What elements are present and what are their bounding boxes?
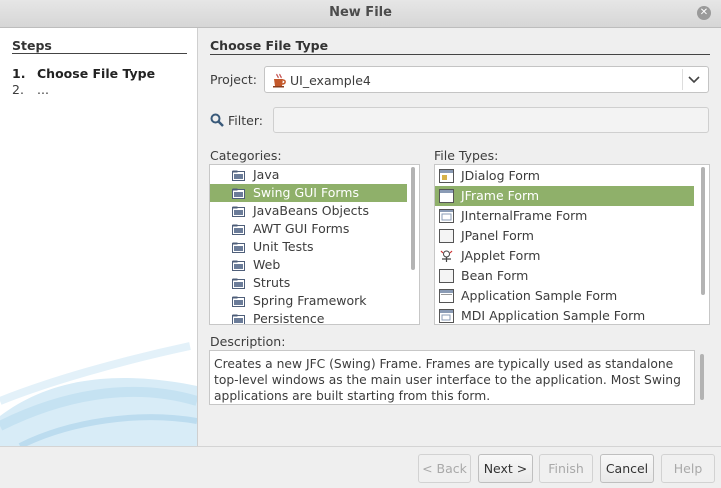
- category-item[interactable]: Persistence: [210, 310, 419, 325]
- file-types-list[interactable]: JDialog Form JFrame Form JInternalFrame …: [434, 164, 710, 325]
- folder-icon: [232, 260, 245, 271]
- description-scrollbar-thumb[interactable]: [700, 354, 704, 400]
- category-item[interactable]: JavaBeans Objects: [210, 202, 419, 220]
- file-type-item[interactable]: JApplet Form: [435, 246, 694, 266]
- file-type-label: JApplet Form: [461, 248, 541, 263]
- file-type-label: MDI Application Sample Form: [461, 308, 646, 323]
- description-label: Description:: [210, 334, 286, 349]
- category-item[interactable]: AWT GUI Forms: [210, 220, 419, 238]
- category-item-selected[interactable]: Swing GUI Forms: [210, 184, 409, 202]
- step-number: 2.: [12, 82, 24, 97]
- close-icon[interactable]: ✕: [697, 6, 711, 20]
- folder-icon: [232, 314, 245, 324]
- step-label: Choose File Type: [37, 66, 156, 81]
- category-item[interactable]: Web: [210, 256, 419, 274]
- file-type-label: Application Sample Form: [461, 288, 618, 303]
- filter-label: Filter:: [228, 113, 263, 128]
- applet-form-icon: [440, 250, 453, 262]
- file-type-item[interactable]: JPanel Form: [435, 226, 694, 246]
- title-divider: [210, 54, 710, 55]
- folder-icon: [232, 242, 245, 253]
- category-label: Swing GUI Forms: [253, 185, 359, 200]
- cancel-button[interactable]: Cancel: [600, 454, 654, 483]
- file-type-item-selected[interactable]: JFrame Form: [435, 186, 694, 206]
- step-1: 1. Choose File Type: [12, 66, 155, 81]
- step-label: ...: [37, 82, 49, 97]
- dropdown-button[interactable]: [682, 69, 705, 90]
- file-type-item[interactable]: MDI Application Sample Form: [435, 306, 694, 324]
- categories-scrollbar[interactable]: [407, 165, 419, 324]
- internal-frame-form-icon: [439, 209, 454, 223]
- page-title: Choose File Type: [210, 38, 329, 53]
- file-type-item[interactable]: Bean Form: [435, 266, 694, 286]
- categories-list[interactable]: Java Swing GUI Forms JavaBeans Objects A…: [209, 164, 420, 325]
- footer-divider: [0, 446, 721, 447]
- filter-input[interactable]: [273, 107, 709, 133]
- categories-label: Categories:: [210, 148, 282, 163]
- description-text: Creates a new JFC (Swing) Frame. Frames …: [209, 350, 695, 405]
- project-select[interactable]: UI_example4: [264, 66, 709, 93]
- folder-icon: [232, 224, 245, 235]
- help-button[interactable]: Help: [661, 454, 715, 483]
- file-type-item[interactable]: JInternalFrame Form: [435, 206, 694, 226]
- dialog-form-icon: [439, 169, 454, 183]
- file-type-item[interactable]: JDialog Form: [435, 166, 694, 186]
- file-type-label: JFrame Form: [461, 188, 540, 203]
- folder-icon: [232, 206, 245, 217]
- file-type-item[interactable]: Application Sample Form: [435, 286, 694, 306]
- application-form-icon: [439, 289, 454, 303]
- category-item[interactable]: Java: [210, 166, 419, 184]
- window-title: New File: [329, 5, 392, 20]
- category-label: Web: [253, 257, 281, 272]
- folder-icon: [232, 278, 245, 289]
- category-label: Spring Framework: [253, 293, 367, 308]
- category-label: Unit Tests: [253, 239, 314, 254]
- scrollbar-thumb[interactable]: [411, 167, 415, 270]
- file-type-label: Bean Form: [461, 268, 529, 283]
- category-item[interactable]: Unit Tests: [210, 238, 419, 256]
- title-bar: New File ✕: [0, 0, 721, 28]
- java-project-icon: [273, 73, 286, 88]
- frame-form-icon: [439, 189, 454, 203]
- file-types-label: File Types:: [434, 148, 499, 163]
- steps-panel: Steps 1. Choose File Type 2....: [0, 28, 198, 446]
- step-number: 1.: [12, 66, 26, 81]
- file-type-label: JInternalFrame Form: [461, 208, 588, 223]
- category-label: Struts: [253, 275, 291, 290]
- decorative-swoosh: [0, 342, 197, 446]
- category-label: Java: [253, 167, 280, 182]
- category-item[interactable]: Spring Framework: [210, 292, 419, 310]
- category-label: JavaBeans Objects: [253, 203, 369, 218]
- steps-heading: Steps: [12, 38, 52, 53]
- category-label: Persistence: [253, 311, 325, 325]
- file-types-scrollbar-thumb[interactable]: [701, 167, 705, 295]
- category-item[interactable]: Struts: [210, 274, 419, 292]
- folder-icon: [232, 170, 245, 181]
- project-label: Project:: [210, 72, 257, 87]
- category-label: AWT GUI Forms: [253, 221, 350, 236]
- step-2: 2....: [12, 82, 49, 97]
- chevron-down-icon: [688, 76, 700, 84]
- finish-button[interactable]: Finish: [539, 454, 593, 483]
- back-button[interactable]: < Back: [418, 454, 471, 483]
- steps-divider: [12, 53, 187, 54]
- mdi-form-icon: [439, 309, 454, 323]
- next-button[interactable]: Next >: [478, 454, 533, 483]
- project-value: UI_example4: [290, 73, 371, 88]
- folder-icon: [232, 188, 245, 199]
- file-type-label: JPanel Form: [461, 228, 534, 243]
- folder-icon: [232, 296, 245, 307]
- search-icon: [210, 113, 224, 127]
- bean-form-icon: [439, 269, 454, 283]
- panel-form-icon: [439, 229, 454, 243]
- file-type-label: JDialog Form: [461, 168, 540, 183]
